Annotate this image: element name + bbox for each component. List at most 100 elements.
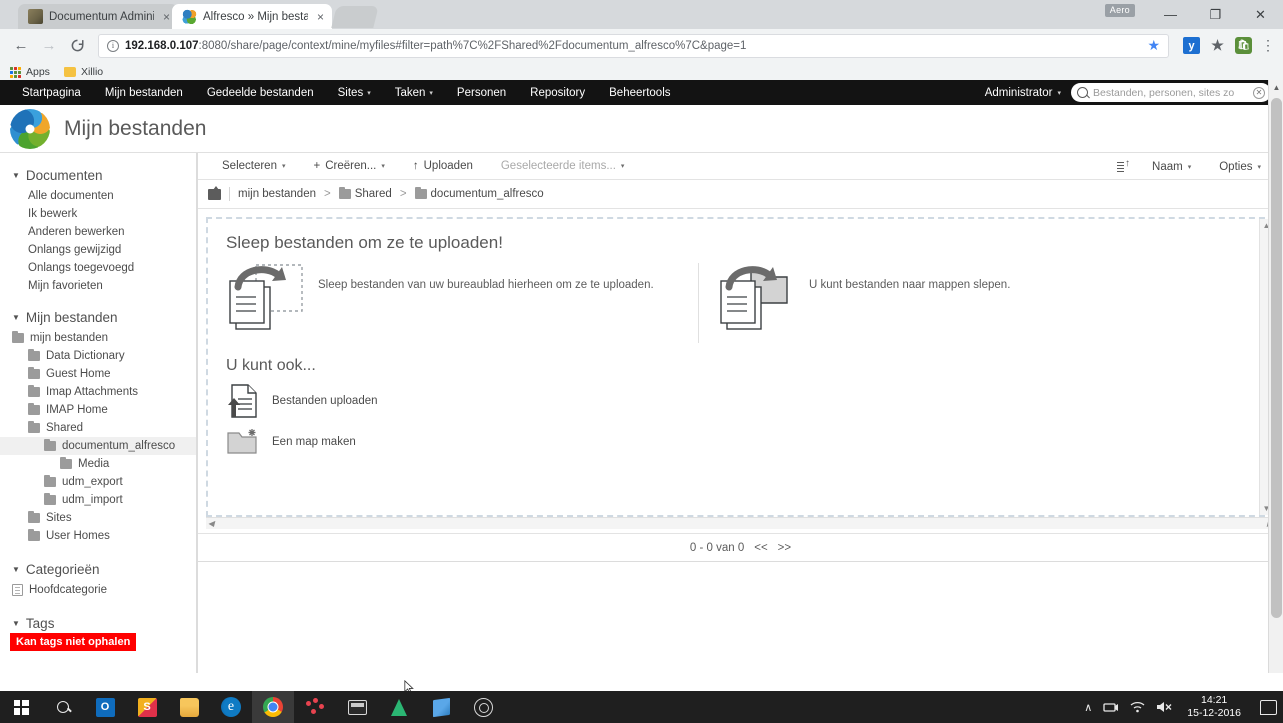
tree-item-mijn-bestanden[interactable]: mijn bestanden [0,329,196,347]
tree-item-imap-attachments[interactable]: Imap Attachments [0,383,196,401]
wifi-icon[interactable] [1130,701,1145,713]
terminal-button[interactable] [336,691,378,723]
horizontal-scrollbar[interactable]: ◀ ▶ [206,517,1275,529]
sidebar-item-anderen-bewerken[interactable]: Anderen bewerken [0,223,196,241]
tree-item-guest-home[interactable]: Guest Home [0,365,196,383]
sidebar-section-tags[interactable]: ▼ Tags [0,609,196,631]
up-folder-icon[interactable] [208,185,221,200]
file-explorer-button[interactable] [168,691,210,723]
breadcrumb-item-shared[interactable]: Shared [338,186,392,200]
close-icon[interactable]: × [317,10,324,24]
sidebar-item-hoofdcategorie[interactable]: Hoofdcategorie [0,581,196,599]
sidebar-item-onlangs-gewijzigd[interactable]: Onlangs gewijzigd [0,241,196,259]
site-info-icon[interactable]: i [107,39,119,52]
alfresco-logo-icon[interactable] [10,108,50,149]
search-input[interactable]: Bestanden, personen, sites zo [1093,87,1248,99]
edge-button[interactable]: e [210,691,252,723]
taskbar-clock[interactable]: 14:21 15-12-2016 [1183,694,1245,720]
nav-label: Beheertools [609,86,671,99]
tree-item-udm-import[interactable]: udm_import [0,491,196,509]
browser-tab-documentum[interactable]: Documentum Administra × [18,4,178,29]
selected-items-button[interactable]: Geselecteerde items... ▾ [487,153,639,180]
scroll-left-icon[interactable]: ◀ [208,519,214,528]
browser-menu-icon[interactable]: ⋮ [1261,37,1275,54]
clear-search-icon[interactable]: ✕ [1253,86,1265,99]
sidebar-item-ik-bewerk[interactable]: Ik bewerk [0,205,196,223]
sidebar-item-mijn-favorieten[interactable]: Mijn favorieten [0,277,196,295]
user-menu[interactable]: Administrator ▾ [985,87,1061,99]
sidebar-section-categorieen[interactable]: ▼ Categorieën [0,555,196,581]
pagination-next[interactable]: >> [778,542,791,554]
breadcrumb-item-mijn-bestanden[interactable]: mijn bestanden [238,188,316,200]
app-button[interactable] [420,691,462,723]
nav-beheertools[interactable]: Beheertools [597,80,682,105]
action-create-folder[interactable]: Een map maken [208,423,1273,461]
page-scrollbar[interactable]: ▲ ▼ [1268,80,1283,691]
start-button[interactable] [0,691,42,723]
content-panel: Selecteren ▾ + Creëren... ▾ ↑ Uploaden G… [197,153,1283,691]
minimize-button[interactable]: — [1148,0,1193,29]
browser-tab-alfresco[interactable]: Alfresco » Mijn bestande × [172,4,332,29]
bookmark-star-icon[interactable]: ★ [1147,37,1160,54]
breadcrumb-item-documentum-alfresco[interactable]: documentum_alfresco [414,186,544,200]
back-icon[interactable]: ← [8,33,34,59]
bookmark-apps[interactable]: Apps [10,66,50,78]
blue-page-icon [432,697,450,717]
upload-button[interactable]: ↑ Uploaden [399,153,487,180]
tree-item-media[interactable]: Media [0,455,196,473]
volume-muted-icon[interactable] [1156,701,1172,713]
close-icon[interactable]: × [163,10,170,24]
sourcetree-button[interactable] [378,691,420,723]
skype-business-button[interactable]: S [126,691,168,723]
scrollbar-thumb[interactable] [1271,98,1282,618]
tree-item-data-dictionary[interactable]: Data Dictionary [0,347,196,365]
pinned-extension-icon[interactable]: ★ [1209,37,1226,54]
obs-button[interactable] [462,691,504,723]
outlook-button[interactable]: O [84,691,126,723]
forward-icon[interactable]: → [36,33,62,59]
bookmark-xillio[interactable]: Xillio [63,66,103,78]
sidebar-section-mijn-bestanden[interactable]: ▼ Mijn bestanden [0,303,196,329]
create-button[interactable]: + Creëren... ▾ [300,153,399,180]
pagination-prev[interactable]: << [754,542,767,554]
global-search-box[interactable]: Bestanden, personen, sites zo ✕ [1071,83,1271,102]
tree-item-udm-export[interactable]: udm_export [0,473,196,491]
notification-icon[interactable] [1260,699,1277,715]
address-bar[interactable]: i 192.168.0.107:8080/share/page/context/… [98,33,1169,58]
maximize-button[interactable]: ❐ [1193,0,1238,29]
reload-icon[interactable] [64,33,90,59]
sidebar-item-alle-documenten[interactable]: Alle documenten [0,187,196,205]
tree-item-shared[interactable]: Shared [0,419,196,437]
sidebar-section-documenten[interactable]: ▼ Documenten [0,161,196,187]
tree-label: Hoofdcategorie [29,584,107,596]
tree-item-documentum-alfresco[interactable]: documentum_alfresco [0,437,196,455]
search-button[interactable] [42,691,84,723]
nav-repository[interactable]: Repository [518,80,597,105]
shopping-extension-icon[interactable]: 🛍 [1235,37,1252,54]
nav-mijn-bestanden[interactable]: Mijn bestanden [93,80,195,105]
nav-personen[interactable]: Personen [445,80,518,105]
chevron-up-icon[interactable]: ∧ [1084,701,1092,714]
action-upload-files[interactable]: Bestanden uploaden [208,379,1273,423]
scroll-up-icon[interactable]: ▲ [1269,80,1283,96]
file-dropzone[interactable]: Sleep bestanden om ze te uploaden! Sleep… [206,217,1275,517]
tree-item-user-homes[interactable]: User Homes [0,527,196,545]
nav-sites[interactable]: Sites ▾ [326,80,383,105]
category-icon [12,584,23,596]
new-tab-button[interactable] [331,6,379,28]
nav-taken[interactable]: Taken ▾ [383,80,445,105]
hubspot-button[interactable] [294,691,336,723]
network-icon[interactable] [1103,701,1119,713]
tree-item-imap-home[interactable]: IMAP Home [0,401,196,419]
tree-item-sites[interactable]: Sites [0,509,196,527]
select-button[interactable]: Selecteren ▾ [208,153,300,180]
options-button[interactable]: Opties ▾ [1205,153,1275,180]
yandex-extension-icon[interactable]: y [1183,37,1200,54]
sort-field-button[interactable]: Naam ▾ [1138,153,1205,180]
chrome-button[interactable] [252,691,294,723]
sort-ascending-icon[interactable] [1117,158,1130,173]
sidebar-item-onlangs-toegevoegd[interactable]: Onlangs toegevoegd [0,259,196,277]
nav-gedeelde-bestanden[interactable]: Gedeelde bestanden [195,80,326,105]
close-window-button[interactable]: ✕ [1238,0,1283,29]
nav-startpagina[interactable]: Startpagina [10,80,93,105]
